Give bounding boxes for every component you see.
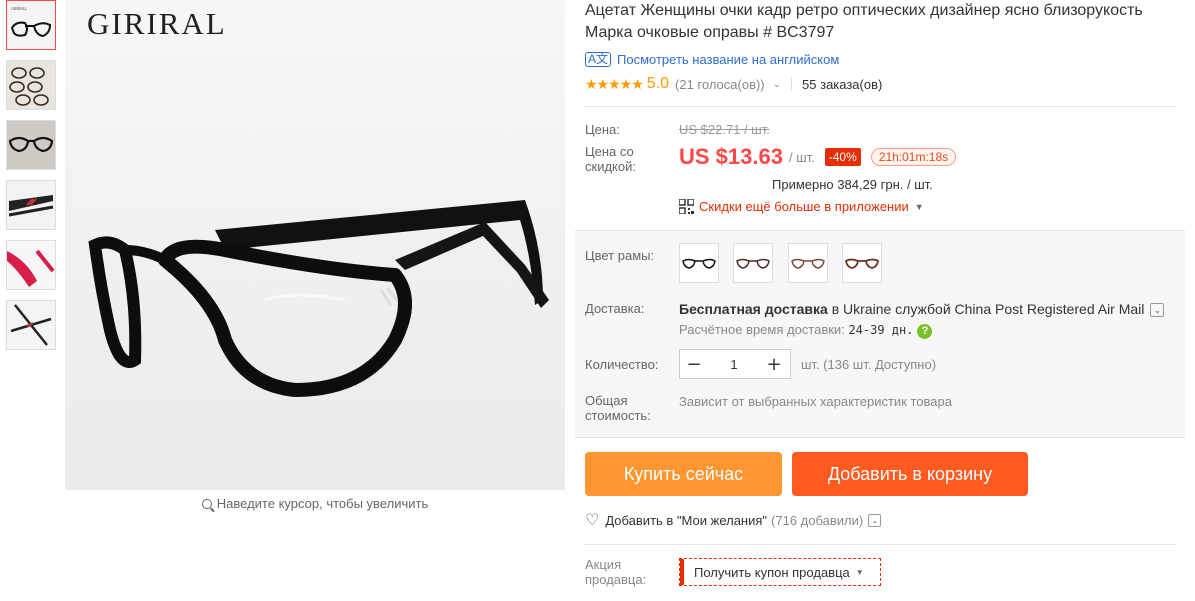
total-value: Зависит от выбранных характеристик товар… bbox=[679, 394, 952, 409]
thumbnail-3[interactable] bbox=[6, 120, 56, 170]
divider bbox=[575, 437, 1185, 438]
translate-link[interactable]: A文 Посмотреть название на английском bbox=[585, 52, 1185, 67]
color-swatch-3[interactable] bbox=[787, 243, 828, 283]
chevron-down-icon[interactable]: ⌄ bbox=[1150, 303, 1165, 317]
help-icon[interactable]: ? bbox=[917, 324, 933, 339]
quantity-row: Количество: − + шт. (136 шт. Доступно) bbox=[585, 349, 1175, 379]
shipping-info: Бесплатная доставка в Ukraine службой Ch… bbox=[679, 301, 1165, 339]
color-swatch-2[interactable] bbox=[733, 243, 774, 283]
discount-badge: -40% bbox=[824, 148, 861, 166]
translate-icon: A文 bbox=[585, 52, 612, 67]
total-label: Общая стоимость: bbox=[585, 393, 651, 423]
color-label: Цвет рамы: bbox=[585, 248, 655, 263]
heart-plus-icon[interactable]: ♡ bbox=[585, 510, 599, 530]
shipping-label: Доставка: bbox=[585, 301, 645, 316]
quantity-input[interactable] bbox=[708, 350, 760, 378]
zoom-hint-text: Наведите курсор, чтобы увеличить bbox=[216, 496, 429, 511]
app-promo[interactable]: Скидки ещё больше в приложении ▼ bbox=[585, 199, 1185, 214]
price-row: Цена: US $22.71 / шт. bbox=[585, 122, 1185, 137]
shipping-method[interactable]: Бесплатная доставка в Ukraine службой Ch… bbox=[679, 301, 1165, 317]
availability: шт. (136 шт. Доступно) bbox=[801, 356, 937, 372]
magnifier-icon bbox=[201, 499, 212, 509]
color-swatches bbox=[679, 243, 892, 283]
price-label: Цена: bbox=[585, 122, 620, 137]
approx-price: Примерно 384,29 грн. / шт. bbox=[772, 177, 933, 192]
shipping-row: Доставка: Бесплатная доставка в Ukraine … bbox=[585, 301, 1175, 339]
thumbnail-4[interactable] bbox=[6, 180, 56, 230]
shipping-carrier: в Ukraine службой China Post Registered … bbox=[827, 301, 1145, 317]
thumbnail-1[interactable]: GIRIRAL bbox=[6, 0, 56, 50]
free-shipping-text: Бесплатная доставка bbox=[679, 301, 828, 317]
discount-price-block: US $13.63 / шт. -40% 21h:01m:18s bbox=[679, 144, 957, 170]
old-price: US $22.71 / шт. bbox=[679, 122, 770, 137]
discount-price-label: Цена со скидкой: bbox=[585, 144, 636, 174]
increase-button[interactable]: + bbox=[760, 350, 788, 378]
discount-price-row: Цена со скидкой: US $13.63 / шт. -40% 21… bbox=[585, 144, 1185, 174]
caret-down-icon[interactable]: ▼ bbox=[856, 568, 864, 577]
product-main-image[interactable]: GIRIRAL bbox=[65, 0, 565, 490]
per-unit: / шт. bbox=[788, 149, 815, 165]
svg-text:GIRIRAL: GIRIRAL bbox=[11, 6, 28, 11]
thumbnail-2[interactable] bbox=[6, 60, 56, 110]
decrease-button[interactable]: − bbox=[680, 350, 708, 378]
glasses-illustration bbox=[88, 200, 549, 397]
wishlist-link[interactable]: Добавить в "Мои желания" bbox=[605, 513, 767, 528]
approx-row: Примерно 384,29 грн. / шт. bbox=[585, 176, 1185, 194]
product-page: GIRIRAL GIRIRAL Наведите курсор, чтобы у… bbox=[0, 0, 1195, 601]
product-info: Ацетат Женщины очки кадр ретро оптически… bbox=[575, 0, 1185, 587]
wishlist-count: (716 добавили) bbox=[771, 512, 864, 528]
chevron-down-icon[interactable]: ⌄ bbox=[773, 79, 781, 90]
translate-link-text[interactable]: Посмотреть название на английском bbox=[617, 52, 839, 67]
wishlist-row[interactable]: ♡ Добавить в "Мои желания" (716 добавили… bbox=[585, 510, 1185, 530]
seller-coupon-button[interactable]: Получить купон продавца ▼ bbox=[679, 558, 881, 586]
app-promo-text[interactable]: Скидки ещё больше в приложении bbox=[699, 199, 909, 214]
buy-now-button[interactable]: Купить сейчас bbox=[585, 452, 782, 496]
thumbnail-6[interactable] bbox=[6, 300, 56, 350]
seller-coupon-text[interactable]: Получить купон продавца bbox=[694, 565, 850, 580]
rating-row: ★★★★★ 5.0 (21 голоса(ов)) ⌄ 55 заказа(ов… bbox=[585, 74, 1185, 94]
color-row: Цвет рамы: bbox=[585, 231, 1175, 283]
product-title: Ацетат Женщины очки кадр ретро оптически… bbox=[585, 2, 1143, 41]
countdown-timer: 21h:01m:18s bbox=[870, 148, 957, 166]
current-price: US $13.63 bbox=[679, 144, 783, 169]
orders-count: 55 заказа(ов) bbox=[802, 76, 883, 92]
add-to-cart-button[interactable]: Добавить в корзину bbox=[792, 452, 1028, 496]
qr-code-icon bbox=[679, 199, 694, 214]
total-row: Общая стоимость: Зависит от выбранных ха… bbox=[585, 393, 1175, 437]
rating-score: 5.0 bbox=[646, 75, 670, 92]
eta-days: 24-39 дн. bbox=[848, 323, 914, 337]
caret-down-icon[interactable]: ▼ bbox=[915, 202, 924, 212]
eta-label: Расчётное время доставки: bbox=[679, 322, 845, 337]
votes-link[interactable]: (21 голоса(ов)) bbox=[675, 77, 765, 92]
thumbnail-5[interactable] bbox=[6, 240, 56, 290]
delivery-eta: Расчётное время доставки: 24-39 дн.? bbox=[679, 322, 1164, 339]
star-rating-icon: ★★★★★ bbox=[585, 75, 644, 92]
chevron-down-icon[interactable]: ⌄ bbox=[868, 513, 882, 527]
seller-promo-row: Акция продавца: Получить купон продавца … bbox=[585, 557, 1185, 587]
action-buttons: Купить сейчас Добавить в корзину bbox=[585, 452, 1185, 496]
brand-logo: GIRIRAL bbox=[87, 6, 227, 41]
color-swatch-1[interactable] bbox=[679, 243, 719, 283]
thumbnail-list: GIRIRAL bbox=[6, 0, 56, 360]
quantity-stepper: − + bbox=[679, 349, 791, 379]
quantity-label: Количество: bbox=[585, 356, 659, 372]
options-block: Цвет рамы: Доставка: Бесплатная доставка… bbox=[575, 230, 1185, 437]
seller-promo-label: Акция продавца: bbox=[585, 557, 647, 587]
divider bbox=[791, 77, 793, 91]
zoom-hint: Наведите курсор, чтобы увеличить bbox=[65, 496, 565, 511]
divider bbox=[585, 544, 1175, 545]
divider bbox=[585, 106, 1175, 107]
color-swatch-4[interactable] bbox=[842, 243, 883, 283]
